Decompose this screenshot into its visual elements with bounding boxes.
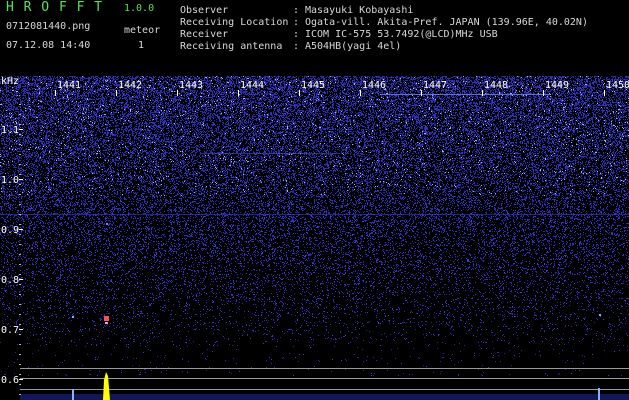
time-tick-label: 1450 — [606, 80, 629, 91]
y-minor-tick — [19, 154, 21, 155]
time-tick-label: 1446 — [362, 80, 386, 91]
antenna-label: Receiving antenna — [180, 41, 283, 52]
y-minor-tick — [19, 384, 21, 385]
time-tick-label: 1445 — [301, 80, 325, 91]
receiver-label: Receiver — [180, 29, 229, 40]
carrier-streak — [380, 94, 550, 95]
time-tick — [482, 90, 483, 96]
y-minor-tick — [19, 224, 21, 225]
antenna-value: A504HB(yagi 4el) — [305, 41, 402, 52]
time-tick — [238, 90, 239, 96]
carrier-streak — [0, 214, 629, 215]
meteor-count: 1 — [138, 40, 145, 51]
time-tick-label: 1449 — [545, 80, 569, 91]
y-minor-tick — [19, 244, 21, 245]
y-minor-tick — [19, 234, 21, 235]
y-tick-label: 0.8 — [1, 275, 19, 286]
y-minor-tick — [19, 324, 21, 325]
echo-blip — [72, 316, 74, 318]
y-minor-tick — [19, 294, 21, 295]
receiver-value: ICOM IC-575 53.7492(@LCD)MHz USB — [305, 29, 498, 40]
meteor-marker-trace — [105, 322, 108, 324]
y-minor-tick — [19, 374, 21, 375]
app-title: H R O F F T — [6, 0, 104, 15]
y-minor-tick — [19, 394, 21, 395]
time-tick — [604, 90, 605, 96]
y-minor-tick — [19, 284, 21, 285]
time-tick-label: 1442 — [118, 80, 142, 91]
time-tick — [421, 90, 422, 96]
location-label: Receiving Location — [180, 17, 289, 28]
y-minor-tick — [19, 164, 21, 165]
y-minor-tick — [19, 334, 21, 335]
reference-line — [20, 389, 629, 390]
time-tick — [299, 90, 300, 96]
receiver-colon: : — [293, 29, 300, 40]
y-minor-tick — [19, 194, 21, 195]
y-axis-unit: kHz — [1, 76, 19, 87]
echo-blip — [599, 314, 601, 316]
observer-label: Observer — [180, 5, 229, 16]
y-minor-tick — [19, 144, 21, 145]
time-tick — [55, 90, 56, 96]
y-minor-tick — [19, 314, 21, 315]
y-minor-tick — [19, 254, 21, 255]
y-tick-label: 1.1 — [1, 125, 19, 136]
y-minor-tick — [19, 214, 21, 215]
time-tick-label: 1443 — [179, 80, 203, 91]
echo-blip — [106, 223, 108, 225]
location-value: Ogata-vill. Akita-Pref. JAPAN (139.96E, … — [305, 17, 588, 28]
observer-colon: : — [293, 5, 300, 16]
time-tick-label: 1444 — [240, 80, 264, 91]
y-minor-tick — [19, 364, 21, 365]
app-version: 1.0.0 — [124, 3, 155, 14]
echo-blip — [598, 388, 600, 400]
header-panel: H R O F F T 1.0.0 0712081440.png meteor … — [0, 0, 629, 76]
time-tick-label: 1447 — [423, 80, 447, 91]
meteor-marker — [104, 316, 109, 321]
time-tick — [360, 90, 361, 96]
time-tick-label: 1441 — [57, 80, 81, 91]
y-tick-label: 1.0 — [1, 175, 19, 186]
carrier-streak — [200, 153, 340, 154]
y-tick — [19, 179, 23, 180]
y-tick-label: 0.7 — [1, 325, 19, 336]
y-minor-tick — [19, 264, 21, 265]
observer-value: Masayuki Kobayashi — [305, 5, 414, 16]
date-time: 07.12.08 14:40 — [6, 40, 91, 51]
y-minor-tick — [19, 344, 21, 345]
y-minor-tick — [19, 204, 21, 205]
time-tick — [177, 90, 178, 96]
time-tick — [116, 90, 117, 96]
y-minor-tick — [19, 124, 21, 125]
echo-blip — [72, 389, 74, 400]
time-tick-label: 1448 — [484, 80, 508, 91]
y-tick — [19, 279, 23, 280]
location-colon: : — [293, 17, 300, 28]
y-minor-tick — [19, 174, 21, 175]
meteor-label: meteor — [124, 25, 161, 36]
baseline-strip — [20, 394, 629, 400]
y-tick — [19, 229, 23, 230]
y-minor-tick — [19, 304, 21, 305]
y-minor-tick — [19, 274, 21, 275]
y-tick-label: 0.9 — [1, 225, 19, 236]
reference-line — [20, 378, 629, 379]
y-minor-tick — [19, 114, 21, 115]
spectrogram: kHz 1.1 1.0 0.9 0.8 0.7 0.6 1441 1442 1443 1444 144… — [0, 76, 629, 400]
y-tick — [19, 129, 23, 130]
y-tick — [19, 379, 23, 380]
y-minor-tick — [19, 104, 21, 105]
y-minor-tick — [19, 134, 21, 135]
file-name: 0712081440.png — [6, 21, 91, 32]
y-minor-tick — [19, 184, 21, 185]
antenna-colon: : — [293, 41, 300, 52]
time-tick — [543, 90, 544, 96]
y-minor-tick — [19, 354, 21, 355]
reference-line — [20, 368, 629, 369]
y-tick-label: 0.6 — [1, 375, 19, 386]
y-tick — [19, 329, 23, 330]
